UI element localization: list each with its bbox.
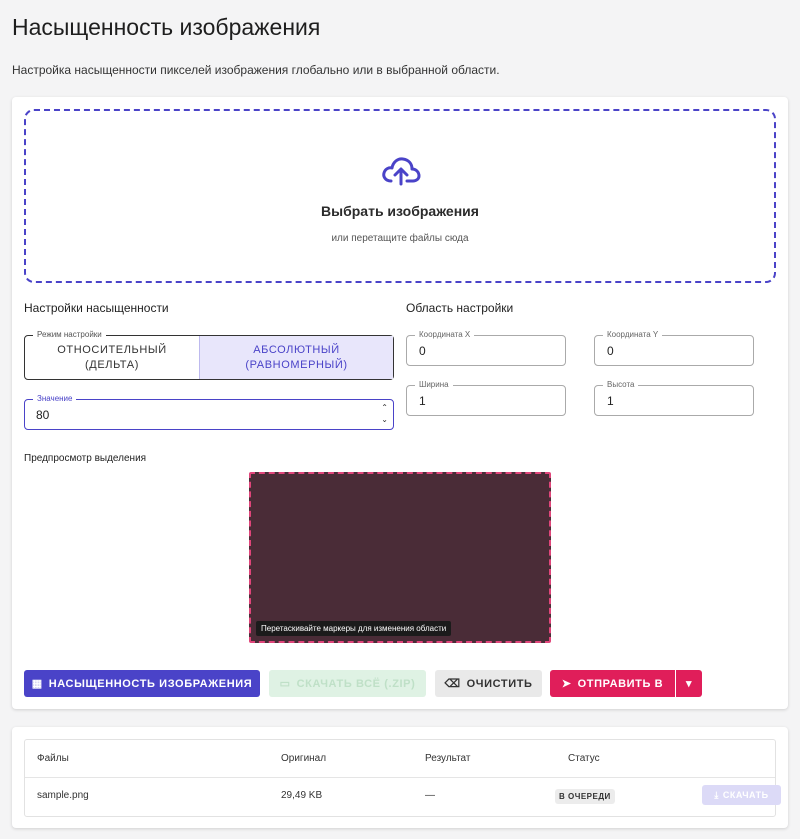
grid-dots-icon: ▦ xyxy=(31,678,43,690)
value-stepper[interactable]: ⌃ ⌄ xyxy=(381,402,388,426)
mode-relative-line1: ОТНОСИТЕЛЬНЫЙ xyxy=(57,343,167,356)
page-title: Насыщенность изображения xyxy=(12,14,321,40)
send-dropdown-button[interactable]: ▾ xyxy=(676,670,702,697)
header-divider xyxy=(25,777,775,778)
col-files: Файлы xyxy=(37,753,69,764)
send-to-button[interactable]: ➤ ОТПРАВИТЬ В xyxy=(550,670,675,697)
file-dropzone[interactable]: Выбрать изображения или перетащите файлы… xyxy=(24,109,776,283)
selection-preview[interactable]: Перетаскивайте маркеры для изменения обл… xyxy=(249,472,551,643)
send-button-label: ОТПРАВИТЬ В xyxy=(577,677,664,690)
saturate-button-label: НАСЫЩЕННОСТЬ ИЗОБРАЖЕНИЯ xyxy=(48,677,253,690)
caret-down-icon: ▾ xyxy=(685,678,693,690)
col-result: Результат xyxy=(425,753,471,764)
mode-absolute-line2: (РАВНОМЕРНЫЙ) xyxy=(245,358,348,371)
download-all-label: СКАЧАТЬ ВСЁ (.ZIP) xyxy=(296,677,416,690)
mode-absolute-button[interactable]: АБСОЛЮТНЫЙ (РАВНОМЕРНЫЙ) xyxy=(199,336,393,379)
mode-toggle-group: Режим настройки ОТНОСИТЕЛЬНЫЙ (ДЕЛЬТА) АБ… xyxy=(24,330,394,380)
status-badge: В ОЧЕРЕДИ xyxy=(555,789,615,804)
col-original: Оригинал xyxy=(281,753,327,764)
coord-y-label: Координата Y xyxy=(603,330,663,340)
chevron-down-icon[interactable]: ⌄ xyxy=(381,414,388,426)
value-legend: Значение xyxy=(33,394,77,404)
dropzone-title: Выбрать изображения xyxy=(321,203,479,219)
width-value: 1 xyxy=(419,394,426,408)
download-all-button[interactable]: ▭ СКАЧАТЬ ВСЁ (.ZIP) xyxy=(269,670,426,697)
region-heading: Область настройки xyxy=(406,301,514,315)
clear-button-label: ОЧИСТИТЬ xyxy=(466,677,533,690)
mode-absolute-line1: АБСОЛЮТНЫЙ xyxy=(253,343,340,356)
saturation-heading: Настройки насыщенности xyxy=(24,301,169,315)
mode-relative-line2: (ДЕЛЬТА) xyxy=(85,358,139,371)
saturate-button[interactable]: ▦ НАСЫЩЕННОСТЬ ИЗОБРАЖЕНИЯ xyxy=(24,670,260,697)
clear-button[interactable]: ⌫ ОЧИСТИТЬ xyxy=(435,670,542,697)
file-result: — xyxy=(425,790,435,801)
file-original-size: 29,49 KB xyxy=(281,790,323,801)
file-name: sample.png xyxy=(37,790,89,801)
files-table: Файлы Оригинал Результат Статус sample.p… xyxy=(24,739,781,817)
height-field[interactable]: Высота 1 xyxy=(594,380,754,416)
width-label: Ширина xyxy=(415,380,453,390)
page-description: Настройка насыщенности пикселей изображе… xyxy=(12,63,500,77)
send-icon: ➤ xyxy=(561,678,572,690)
mode-relative-button[interactable]: ОТНОСИТЕЛЬНЫЙ (ДЕЛЬТА) xyxy=(25,336,199,379)
preview-label: Предпросмотр выделения xyxy=(24,453,147,464)
width-field[interactable]: Ширина 1 xyxy=(406,380,566,416)
col-status: Статус xyxy=(568,753,600,764)
dropzone-subtitle: или перетащите файлы сюда xyxy=(331,233,469,244)
file-download-label: СКАЧАТЬ xyxy=(722,790,769,800)
value-text: 80 xyxy=(36,408,50,422)
preview-hint: Перетаскивайте маркеры для изменения обл… xyxy=(256,621,452,636)
coord-x-value: 0 xyxy=(419,344,426,358)
chevron-up-icon[interactable]: ⌃ xyxy=(381,402,388,414)
coord-y-value: 0 xyxy=(607,344,614,358)
coord-x-field[interactable]: Координата X 0 xyxy=(406,330,566,366)
folder-icon: ▭ xyxy=(279,678,291,690)
clear-list-icon: ⌫ xyxy=(444,678,461,690)
height-label: Высота xyxy=(603,380,639,390)
coord-x-label: Координата X xyxy=(415,330,475,340)
value-input[interactable]: Значение 80 ⌃ ⌄ xyxy=(24,394,394,430)
height-value: 1 xyxy=(607,394,614,408)
coord-y-field[interactable]: Координата Y 0 xyxy=(594,330,754,366)
cloud-upload-icon xyxy=(382,157,421,186)
file-download-button[interactable]: ⤓ СКАЧАТЬ xyxy=(702,785,781,805)
download-icon: ⤓ xyxy=(714,789,719,800)
settings-card: Выбрать изображения или перетащите файлы… xyxy=(12,97,788,709)
files-card: Файлы Оригинал Результат Статус sample.p… xyxy=(12,727,788,828)
